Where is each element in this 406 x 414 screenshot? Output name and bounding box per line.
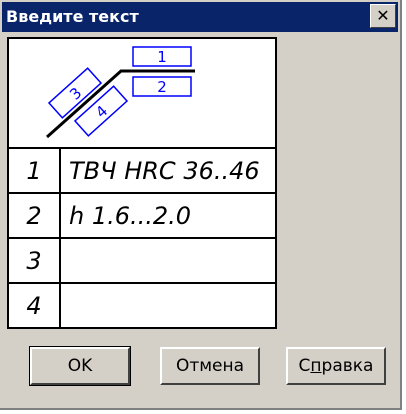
help-label-suffix: равка (321, 356, 374, 376)
leader-line-diagram: 1 2 3 4 (46, 46, 195, 139)
row-2-text-field[interactable]: h 1.6...2.0 (61, 194, 275, 237)
box-4: 4 (73, 85, 129, 137)
box-2-label: 2 (157, 78, 167, 96)
leader-line (46, 69, 195, 139)
row-4-text-field[interactable] (61, 284, 275, 327)
title-bar[interactable]: Введите текст ✕ (2, 2, 398, 32)
input-text-dialog: Введите текст ✕ 1 2 3 4 1 ТВЧ HRC 36..46… (0, 0, 402, 410)
help-button-label: Справка (299, 356, 374, 376)
cancel-button-label: Отмена (175, 356, 245, 376)
row-number: 4 (9, 284, 61, 327)
row-3-text-field[interactable] (61, 239, 275, 282)
close-icon: ✕ (376, 6, 390, 25)
help-label-prefix: С (298, 356, 311, 376)
callout-diagram: 1 2 3 4 (9, 39, 275, 149)
table-row: 1 ТВЧ HRC 36..46 (9, 149, 275, 194)
table-row: 4 (9, 284, 275, 327)
row-1-text-field[interactable]: ТВЧ HRC 36..46 (61, 149, 275, 192)
cancel-button[interactable]: Отмена (160, 347, 260, 385)
help-label-mnemonic: п (310, 356, 322, 376)
row-number: 3 (9, 239, 61, 282)
window-title: Введите текст (6, 7, 139, 26)
row-number: 2 (9, 194, 61, 237)
row-number: 1 (9, 149, 61, 192)
ok-button-label: OK (67, 356, 93, 376)
ok-button[interactable]: OK (29, 346, 131, 386)
box-1-label: 1 (157, 48, 167, 66)
close-button[interactable]: ✕ (370, 4, 396, 28)
table-row: 2 h 1.6...2.0 (9, 194, 275, 239)
help-button[interactable]: Справка (286, 347, 386, 385)
text-table: 1 2 3 4 1 ТВЧ HRC 36..46 2 h 1.6...2.0 3… (7, 37, 277, 329)
table-row: 3 (9, 239, 275, 284)
